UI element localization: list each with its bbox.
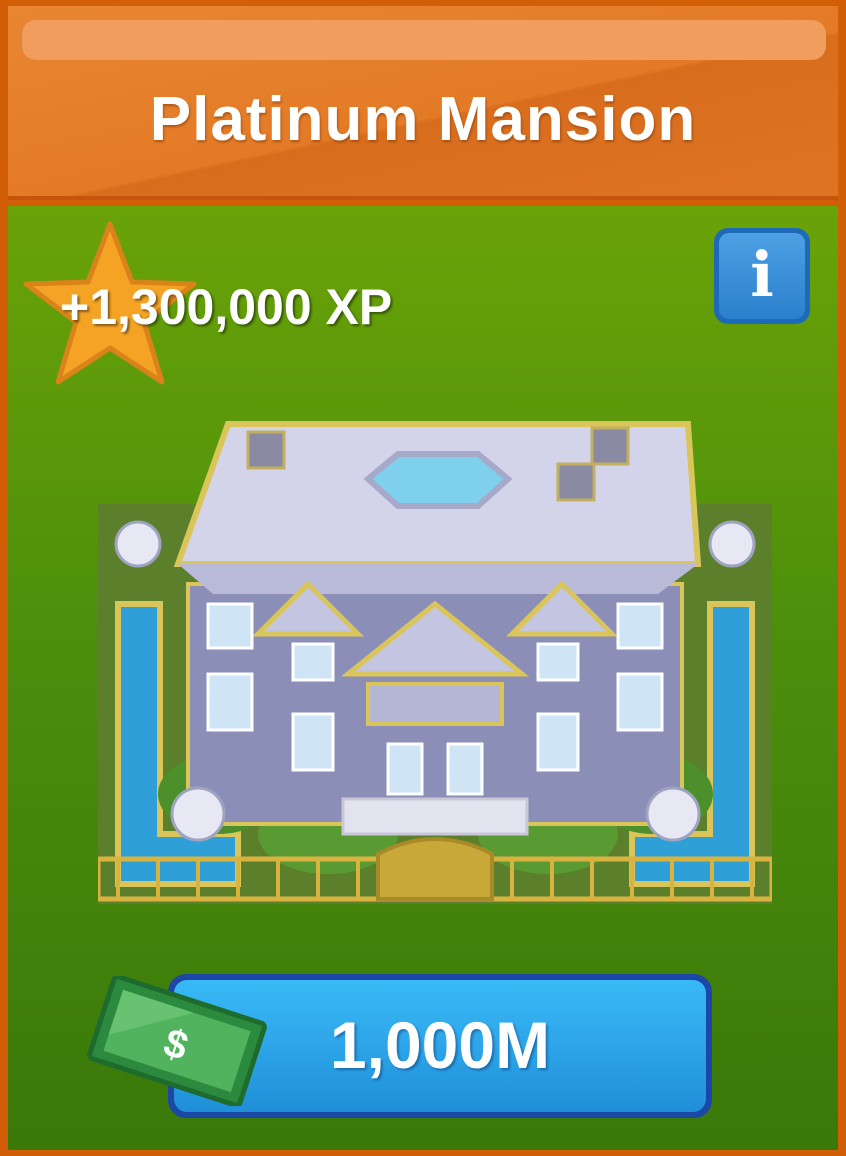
info-button[interactable]: i [714, 228, 810, 324]
card-header: Platinum Mansion [8, 6, 838, 200]
info-icon: i [719, 233, 805, 319]
item-title: Platinum Mansion [149, 85, 697, 154]
item-card: Platinum Mansion +1,300,000 XP i 1,000M … [0, 0, 846, 1156]
cash-bill-icon: $ [87, 976, 267, 1106]
xp-reward-label: +1,300,000 XP [60, 279, 393, 335]
card-body: +1,300,000 XP i 1,000M $ [8, 206, 838, 1150]
header-shine [22, 20, 826, 60]
mansion-illustration [98, 421, 772, 904]
